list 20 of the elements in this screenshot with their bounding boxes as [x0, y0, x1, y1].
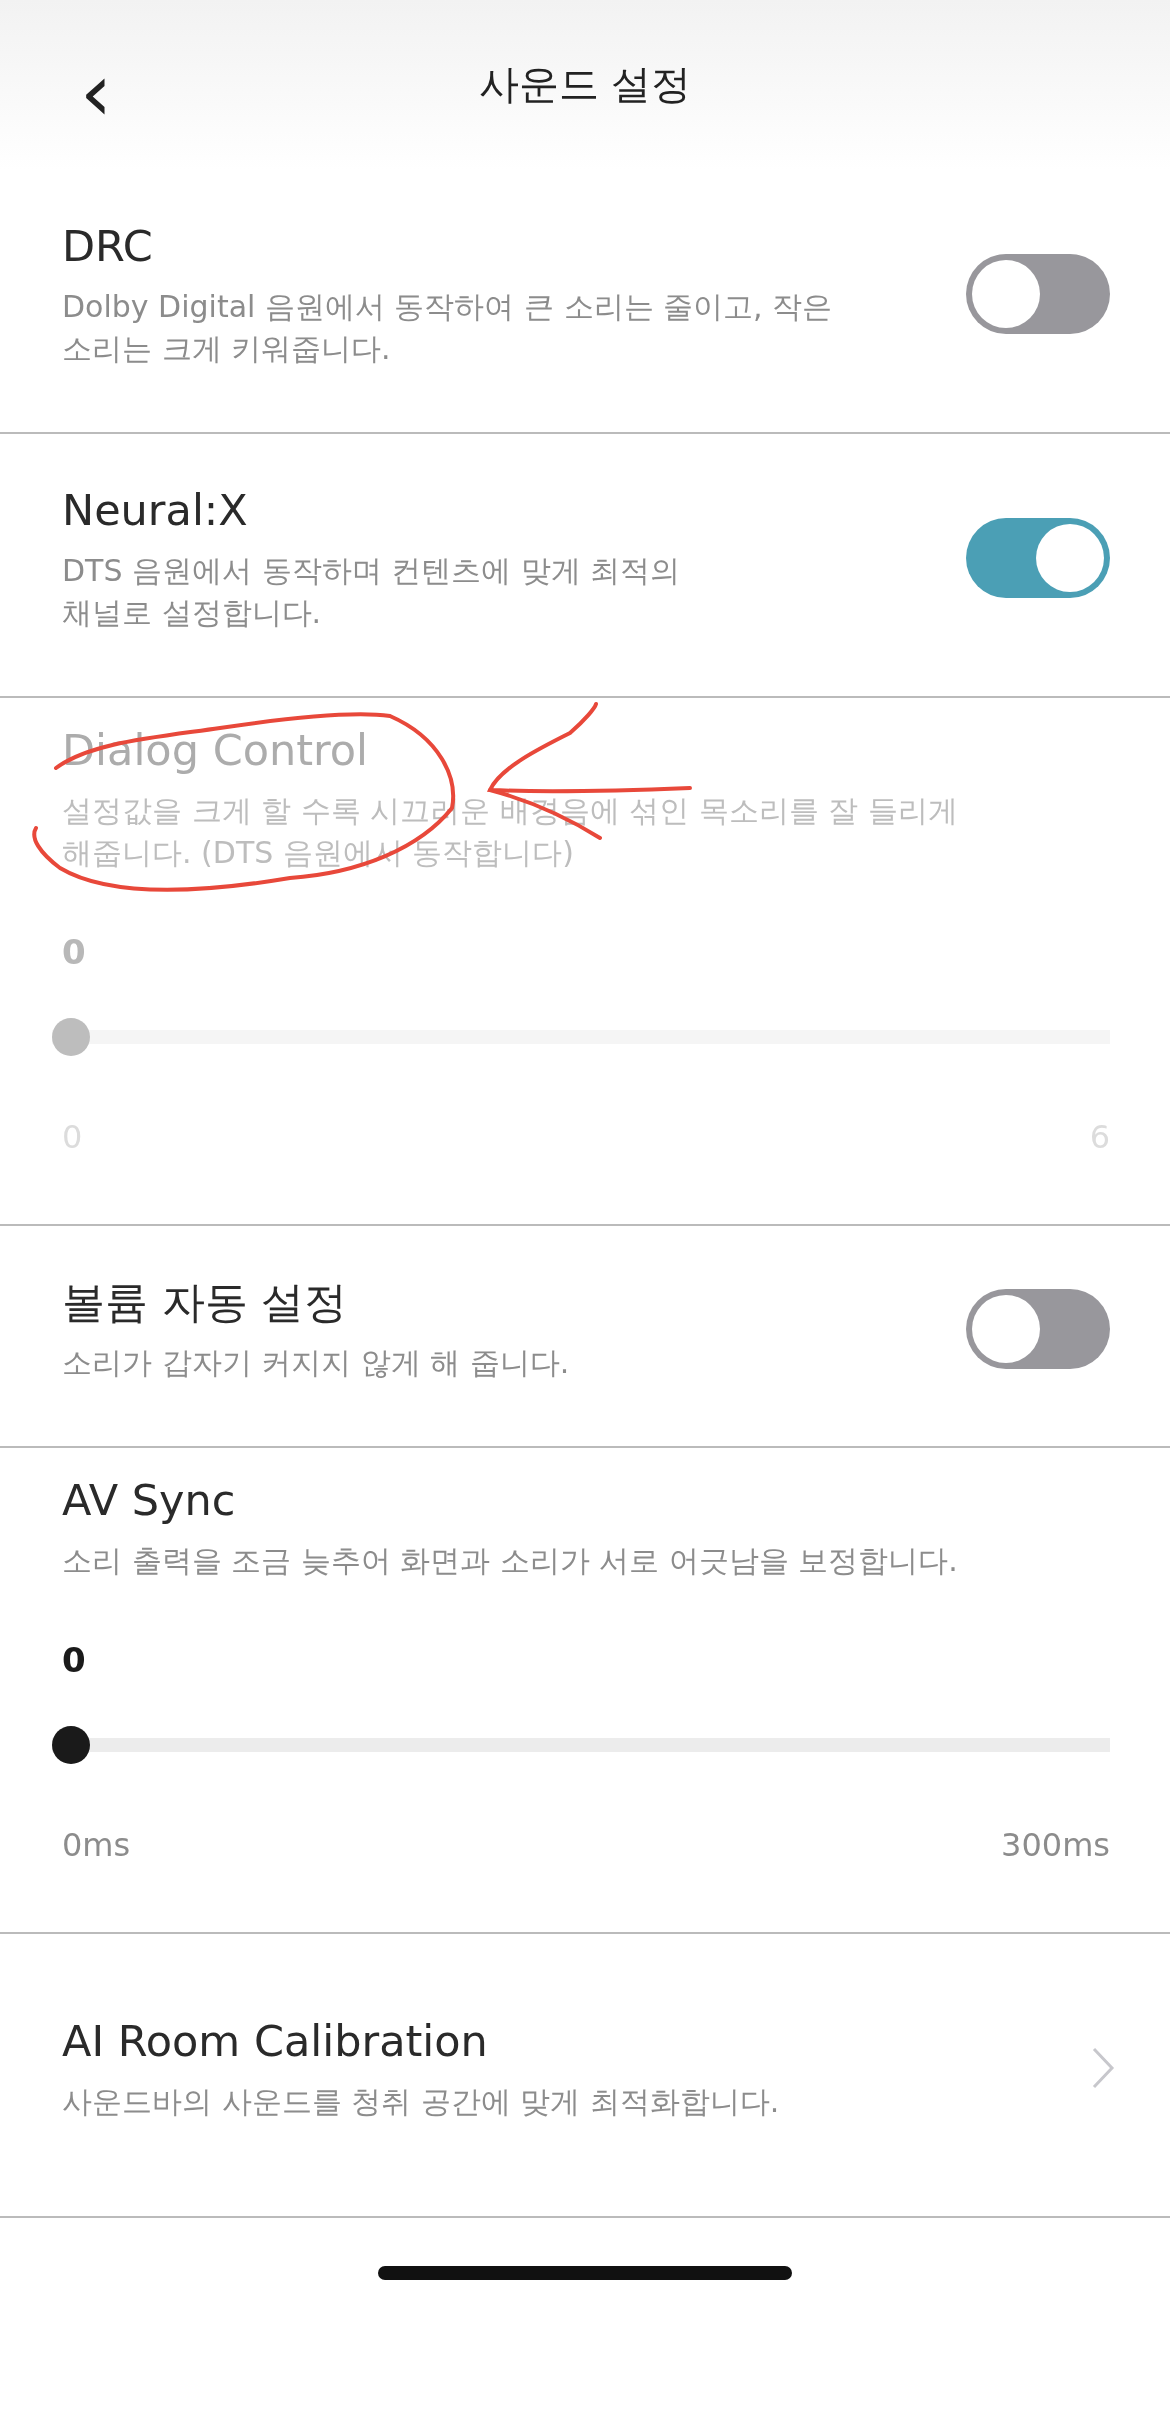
setting-description: 사운드바의 사운드를 청취 공간에 맞게 최적화합니다. — [62, 2083, 781, 2121]
slider-thumb[interactable] — [52, 1726, 90, 1764]
setting-title: AV Sync — [62, 1474, 237, 1527]
setting-title: DRC — [62, 220, 154, 273]
setting-description: DTS 음원에서 동작하며 컨텐츠에 맞게 최적의 — [62, 552, 682, 590]
setting-title: 볼륨 자동 설정 — [62, 1276, 349, 1329]
max-label: 300ms — [1001, 1826, 1110, 1864]
slider-value: 0 — [62, 932, 87, 972]
setting-description: 채널로 설정합니다. — [62, 594, 323, 632]
setting-title: AI Room Calibration — [62, 2015, 489, 2068]
back-button[interactable]: ‹ — [70, 58, 122, 128]
setting-title: Neural:X — [62, 484, 249, 537]
slider-value: 0 — [62, 1640, 87, 1680]
setting-description: 소리 출력을 조금 늦추어 화면과 소리가 서로 어긋남을 보정합니다. — [62, 1542, 959, 1580]
page-title: 사운드 설정 — [478, 59, 692, 109]
settings-link-row[interactable]: AI Room Calibration 사운드바의 사운드를 청취 공간에 맞게 최적화합니다. — [0, 1934, 1170, 2218]
min-label: 0ms — [62, 1826, 131, 1864]
setting-description: 소리는 크게 키워줍니다. — [62, 330, 392, 368]
setting-description: Dolby Digital 음원에서 동작하여 큰 소리는 줄이고, 작은 — [62, 288, 834, 326]
setting-description: 소리가 갑자기 커지지 않게 해 줍니다. — [62, 1344, 571, 1382]
